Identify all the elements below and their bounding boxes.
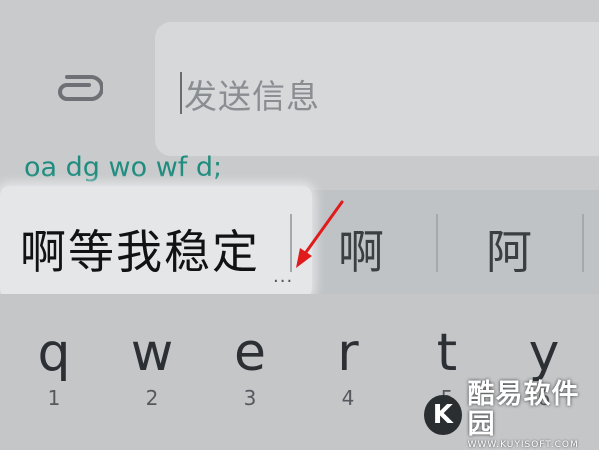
watermark-logo: K xyxy=(424,395,462,435)
annotation-arrow xyxy=(296,200,344,268)
watermark: K 酷易软件园 WWW.KUYISOFT.COM xyxy=(420,380,599,450)
watermark-url: WWW.KUYISOFT.COM xyxy=(467,440,579,450)
watermark-title: 酷易软件园 xyxy=(467,379,580,440)
